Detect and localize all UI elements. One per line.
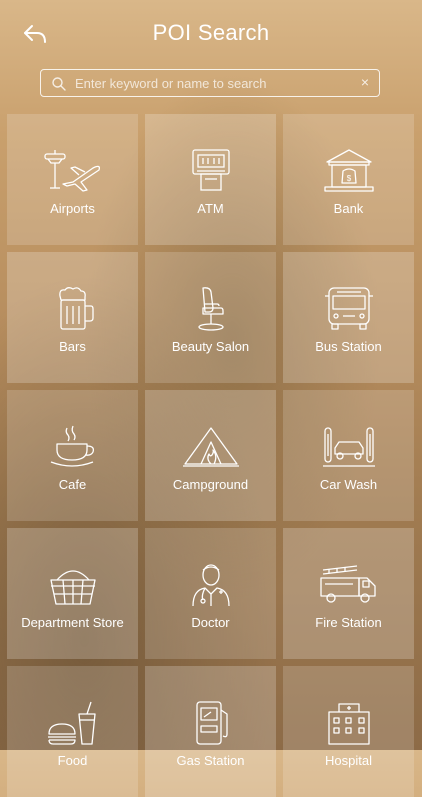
category-label: Car Wash [319,477,378,492]
doctor-icon [191,564,230,607]
airport-icon [43,150,100,192]
search-icon [52,77,66,91]
hospital-icon [327,703,370,745]
category-tile-food[interactable]: Food [7,666,138,797]
category-label: Bus Station [315,339,382,354]
atm-icon [191,149,230,191]
category-tile-bus-station[interactable]: Bus Station [283,252,414,383]
category-tile-beauty-salon[interactable]: Beauty Salon [145,252,276,383]
category-tile-fire-station[interactable]: Fire Station [283,528,414,659]
beer-mug-icon [58,287,94,330]
category-label: Hospital [325,753,372,768]
bus-icon [324,287,373,330]
category-tile-bars[interactable]: Bars [7,252,138,383]
category-label: ATM [197,201,224,216]
shopping-basket-icon [49,570,96,605]
category-label: Beauty Salon [171,339,250,354]
bank-icon: $ [323,149,374,192]
category-label: Cafe [58,477,87,492]
category-grid: Airports ATM $ Bank Bars Beauty Salon Bu… [7,114,414,797]
category-label: Food [57,753,88,768]
category-label: Bank [333,201,364,216]
food-icon [47,701,96,745]
category-label: Department Store [21,615,124,630]
coffee-cup-icon [50,425,94,467]
header-bar: POI Search [0,0,422,66]
category-tile-department-store[interactable]: Department Store [7,528,138,659]
tent-icon [182,427,239,467]
category-label: Doctor [191,615,230,630]
fire-truck-icon [319,565,376,603]
category-tile-hospital[interactable]: Hospital [283,666,414,797]
gas-pump-icon [195,701,228,745]
category-label: Campground [172,477,249,492]
category-tile-bank[interactable]: $ Bank [283,114,414,245]
category-label: Gas Station [176,753,245,768]
category-tile-airports[interactable]: Airports [7,114,138,245]
salon-chair-icon [197,287,224,331]
category-tile-campground[interactable]: Campground [145,390,276,521]
category-tile-atm[interactable]: ATM [145,114,276,245]
car-wash-icon [322,427,375,467]
category-label: Bars [59,339,86,354]
clear-search-button[interactable]: × [361,74,369,90]
category-tile-gas-station[interactable]: Gas Station [145,666,276,797]
category-tile-cafe[interactable]: Cafe [7,390,138,521]
page-title: POI Search [152,20,270,45]
category-tile-car-wash[interactable]: Car Wash [283,390,414,521]
svg-text:$: $ [346,174,351,183]
category-label: Airports [50,201,95,216]
search-box[interactable]: × [40,69,380,97]
category-tile-doctor[interactable]: Doctor [145,528,276,659]
search-input[interactable] [75,72,345,94]
category-label: Fire Station [315,615,382,630]
